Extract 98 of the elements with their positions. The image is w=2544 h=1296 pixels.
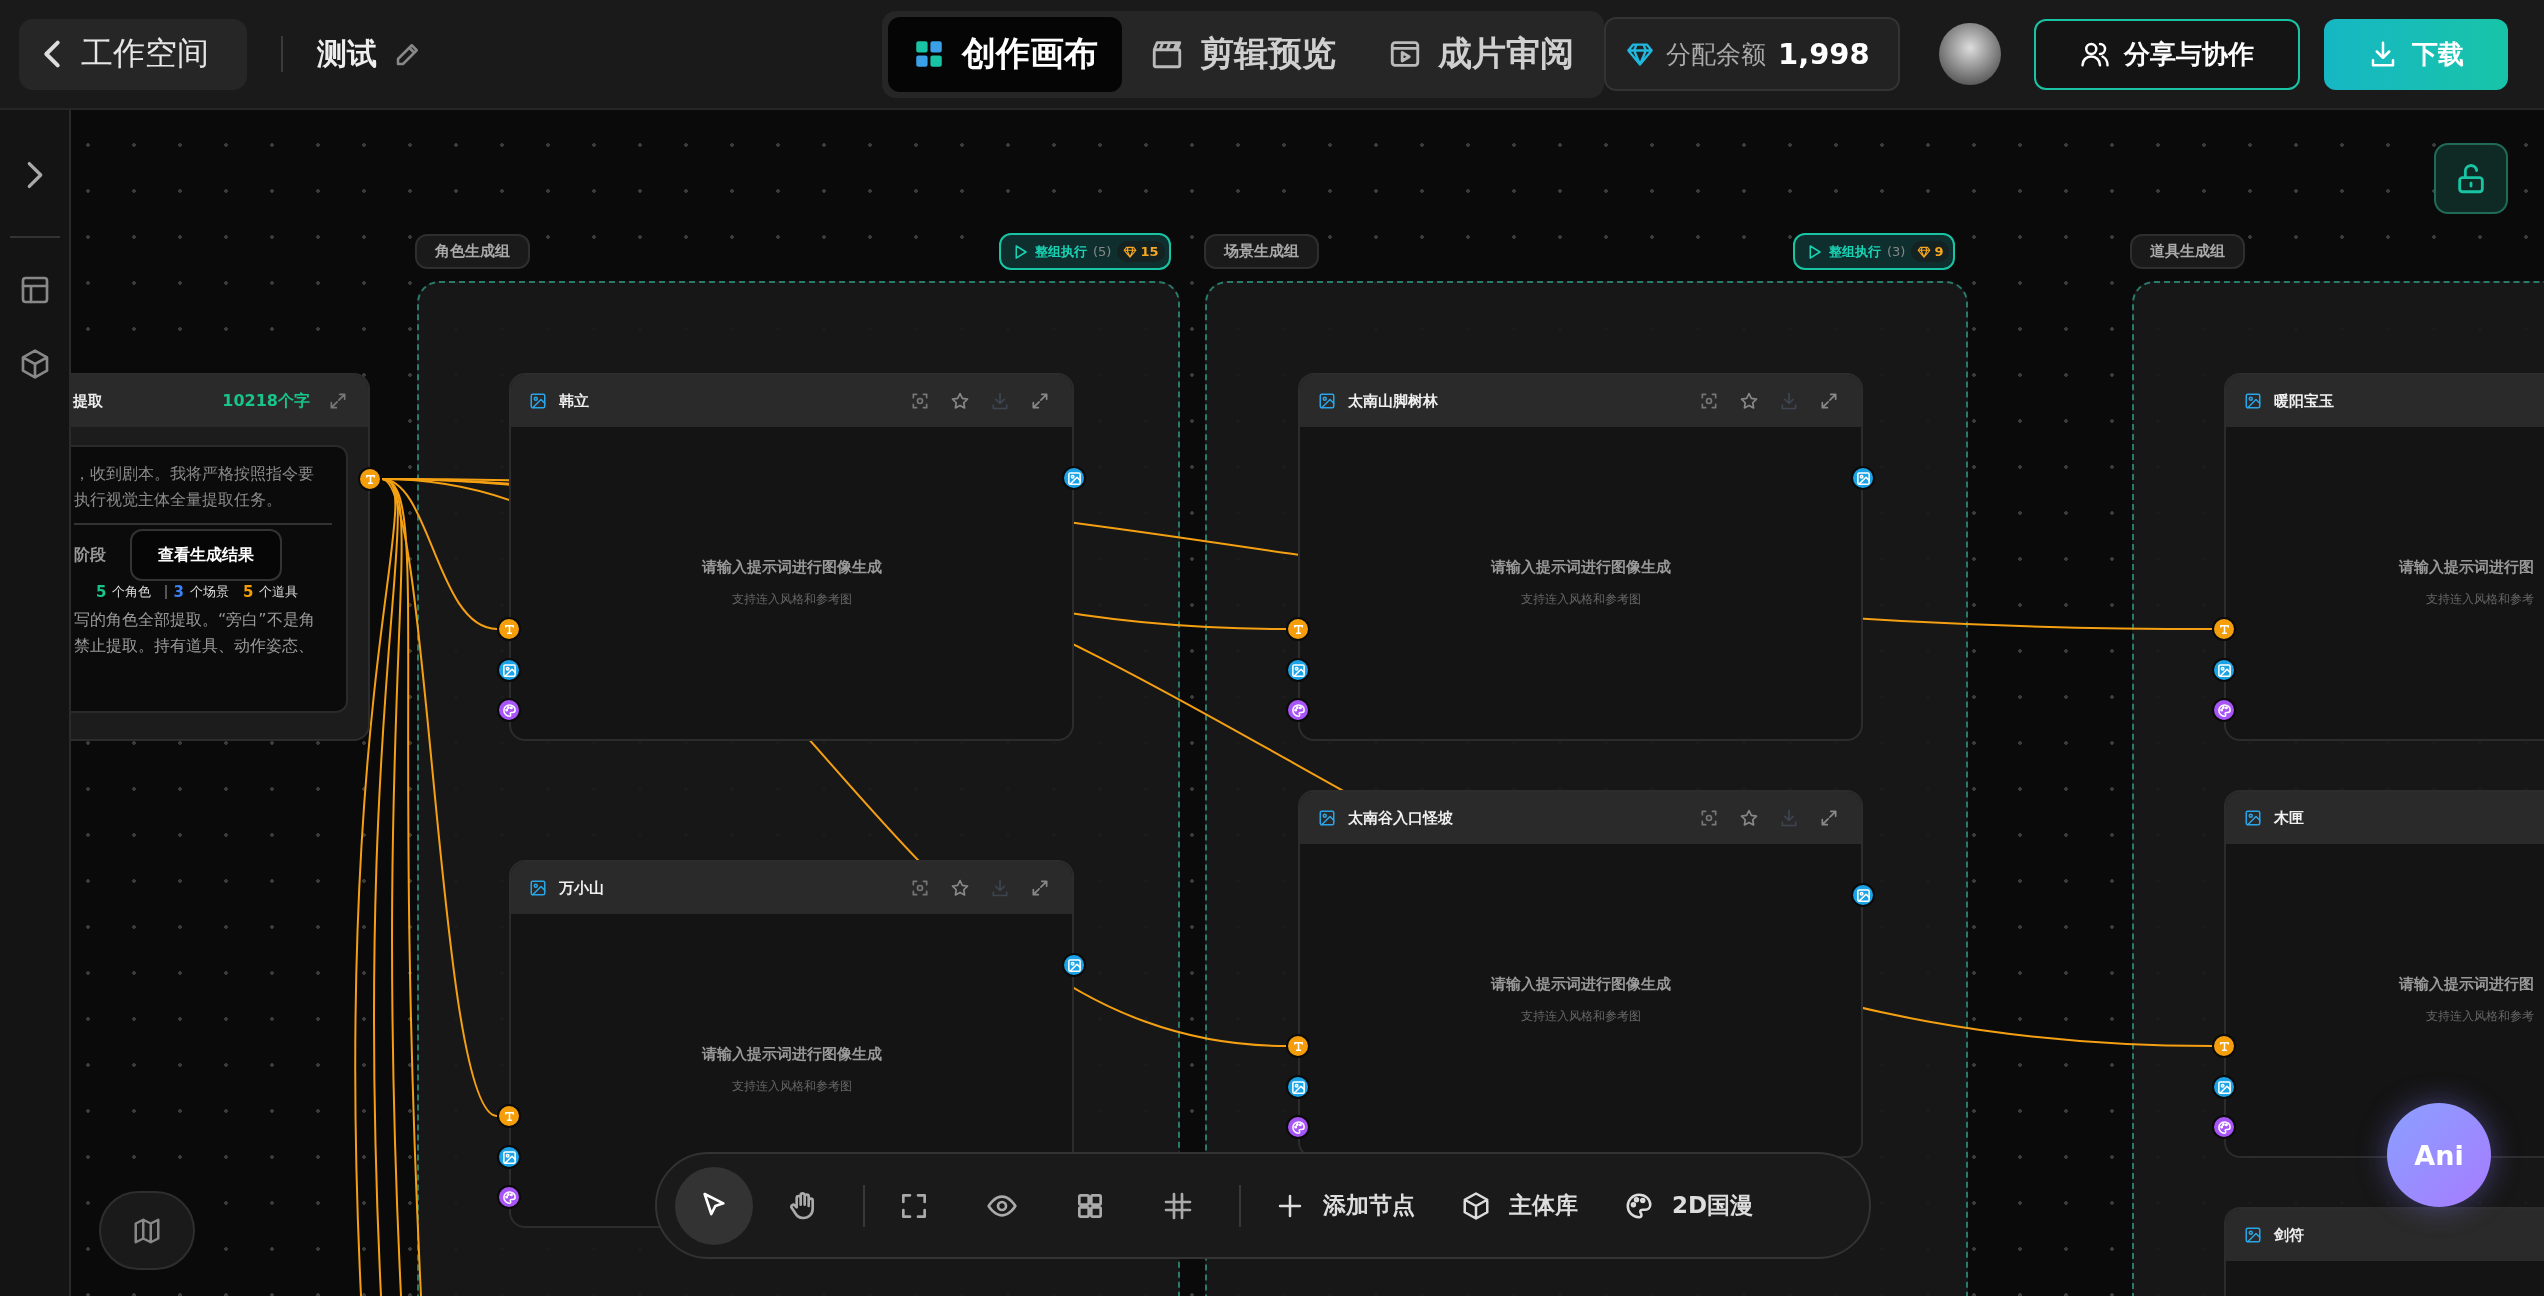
tab[interactable]: 成片审阅 [1364,16,1598,92]
star-icon [950,878,970,898]
character-count: 10218个字 [222,390,310,412]
palette-icon [1290,1119,1306,1135]
balance-value: 1,998 [1778,37,1870,71]
lock-button[interactable] [2434,143,2508,214]
node-title: 韩立 [559,391,589,411]
focus-icon [910,391,930,411]
image-icon [1318,809,1336,827]
stat-count: 5 [242,583,254,601]
node-title: 太南谷入口怪坡 [1348,808,1453,828]
node-title: 剑符 [2274,1225,2304,1245]
image-icon [2216,1079,2232,1095]
add-node-button[interactable]: 添加节点 [1263,1190,1427,1221]
image-icon [1318,392,1336,410]
download-icon [990,391,1010,411]
prompt-hint: 请输入提示词进行图像生成 [1490,975,1671,994]
download-icon [1779,391,1799,411]
stat-label: 个场景 [189,583,229,601]
diamond-icon [1626,40,1654,68]
sub-hint: 支持连入风格和参考图 [1520,591,1641,608]
stat-label: 个道具 [259,583,299,601]
palette-icon [1290,702,1306,718]
prompt-hint: 请输入提示词进行图 [2399,558,2534,577]
stat-count: 3 [173,583,184,601]
image-icon [501,662,517,678]
group-label: 场景生成组 [1204,234,1319,269]
text-port[interactable] [358,467,382,491]
image-icon [1066,957,1082,973]
image-icon [501,1149,517,1165]
group-label: 道具生成组 [2130,234,2245,269]
run-group-button[interactable]: 整组执行 (3) 9 [1793,233,1956,270]
image-icon [1855,887,1871,903]
prompt-hint: 请输入提示词进行图像生成 [701,558,882,577]
sub-hint: 支持连入风格和参考图 [731,1078,852,1095]
download-icon [990,878,1010,898]
expand-icon [1030,391,1050,411]
expand-icon [328,391,348,411]
chevron-right-icon [25,160,44,190]
prompt-hint: 请输入提示词进行图 [2399,975,2534,994]
focus-icon [1699,808,1719,828]
tab[interactable]: 剪辑预览 [1126,16,1360,92]
image-icon [1066,470,1082,486]
expand-icon [1819,808,1839,828]
prompt-hint: 请输入提示词进行图像生成 [701,1045,882,1064]
star-icon [950,391,970,411]
expand-icon [1819,391,1839,411]
sub-hint: 支持连入风格和参考图 [1520,1008,1641,1025]
text-line: 执行视觉主体全量提取任务。 [74,489,283,511]
image-icon [529,392,547,410]
tab[interactable]: 创作画布 [888,16,1122,92]
stat-count: 5 [96,583,107,601]
palette-icon [501,702,517,718]
image-icon [529,879,547,897]
node-title: 暖阳宝玉 [2274,391,2334,411]
image-icon [1855,470,1871,486]
map-icon [132,1215,162,1246]
node-title: 提取 [73,391,103,411]
diamond-icon [1917,244,1932,259]
library-button[interactable]: 主体库 [1449,1190,1590,1221]
palette-icon [2216,702,2232,718]
sub-hint: 支持连入风格和参考图 [731,591,852,608]
balance-label: 分配余额 [1666,38,1766,71]
image-icon [1290,1079,1306,1095]
image-icon [2216,662,2232,678]
back-button[interactable]: 工作空间 [19,18,247,90]
sub-hint: 支持连入风格和参考 [2426,591,2534,608]
back-icon [43,39,61,69]
star-icon [1739,391,1759,411]
node-title: 太南山脚树林 [1348,391,1438,411]
group-label: 角色生成组 [415,234,530,269]
share-button[interactable]: 分享与协作 [2034,18,2300,90]
project-name: 测试 [317,34,377,73]
download-icon [1779,808,1799,828]
sub-hint: 支持连入风格和参考 [2426,1008,2534,1025]
section-heading: 阶段 [74,544,106,566]
image-icon [2244,1226,2262,1244]
star-icon [1739,808,1759,828]
text-line: 禁止提取。持有道具、动作姿态、 [74,635,315,657]
node-title: 木匣 [2274,808,2304,828]
text-line: ，收到剧本。我将严格按照指令要 [74,463,315,485]
diamond-icon [1123,244,1138,259]
cube-icon [1461,1190,1491,1221]
palette-icon [501,1189,517,1205]
node-title: 万小山 [559,878,604,898]
image-icon [2244,392,2262,410]
run-group-button[interactable]: 整组执行 (5) 15 [999,233,1171,270]
image-icon [2244,809,2262,827]
focus-icon [1699,391,1719,411]
prompt-hint: 请输入提示词进行图像生成 [1490,558,1671,577]
style-button[interactable]: 2D国漫 [1612,1190,1766,1221]
text-line: 写的角色全部提取。“旁白”不是角 [74,609,316,631]
expand-icon [1030,878,1050,898]
view-results-button[interactable]: 查看生成结果 [130,529,282,581]
focus-icon [910,878,930,898]
stat-label: 个角色 [112,583,152,601]
palette-icon [2216,1119,2232,1135]
image-icon [1290,662,1306,678]
